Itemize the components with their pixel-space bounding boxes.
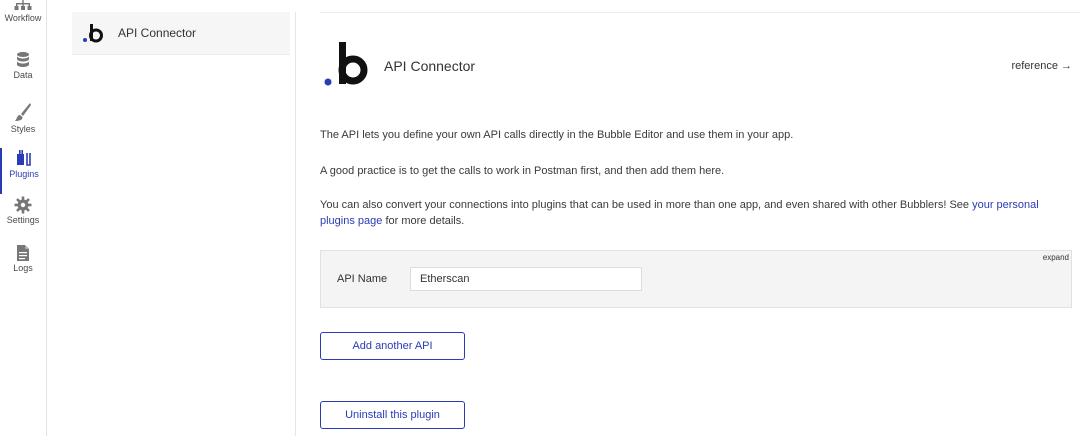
rail-label-settings: Settings	[6, 215, 40, 225]
description-paragraph-3: You can also convert your connections in…	[320, 197, 1060, 229]
column-divider	[295, 12, 296, 436]
uninstall-plugin-button[interactable]: Uninstall this plugin	[320, 401, 465, 429]
rail-item-settings[interactable]: Settings	[0, 196, 46, 242]
rail-item-data[interactable]: Data	[0, 51, 46, 97]
plugin-list-item-api-connector[interactable]: API Connector	[72, 12, 290, 55]
top-divider	[320, 12, 1080, 13]
add-another-api-button[interactable]: Add another API	[320, 332, 465, 360]
paragraph-3-prefix: You can also convert your connections in…	[320, 199, 973, 211]
rail-label-plugins: Plugins	[9, 169, 39, 179]
document-icon	[17, 245, 29, 261]
plugin-detail-panel: API Connector reference → The API lets y…	[320, 12, 1080, 436]
expand-link[interactable]: expand	[1043, 253, 1069, 262]
rail-item-styles[interactable]: Styles	[0, 101, 46, 147]
database-icon	[17, 52, 29, 67]
gear-icon	[14, 196, 32, 214]
bubble-logo-icon	[324, 42, 368, 86]
rail-item-logs[interactable]: Logs	[0, 244, 46, 290]
plugin-list: API Connector	[72, 12, 290, 436]
description-paragraph-2: A good practice is to get the calls to w…	[320, 165, 725, 177]
plugin-icon	[17, 150, 31, 166]
reference-link[interactable]: reference →	[1011, 60, 1072, 72]
rail-label-data: Data	[13, 70, 33, 80]
description-paragraph-1: The API lets you define your own API cal…	[320, 129, 794, 141]
plugin-title: API Connector	[384, 58, 476, 74]
api-name-label: API Name	[337, 273, 388, 285]
api-panel: expand API Name	[320, 250, 1072, 308]
api-name-input[interactable]	[410, 267, 642, 291]
paragraph-3-suffix: for more details.	[382, 215, 465, 227]
editor-rail: Workflow Data Styles Plugins Settings Lo…	[0, 0, 47, 436]
rail-item-plugins[interactable]: Plugins	[0, 148, 46, 194]
rail-label-workflow: Workflow	[4, 13, 42, 23]
workflow-icon	[14, 0, 32, 10]
plugin-list-item-label: API Connector	[118, 26, 197, 40]
rail-label-styles: Styles	[10, 124, 36, 134]
plugin-header: API Connector reference →	[320, 40, 1080, 90]
bubble-logo-icon	[83, 24, 103, 43]
rail-item-workflow[interactable]: Workflow	[0, 0, 46, 38]
brush-icon	[15, 103, 31, 121]
rail-label-logs: Logs	[13, 263, 33, 273]
